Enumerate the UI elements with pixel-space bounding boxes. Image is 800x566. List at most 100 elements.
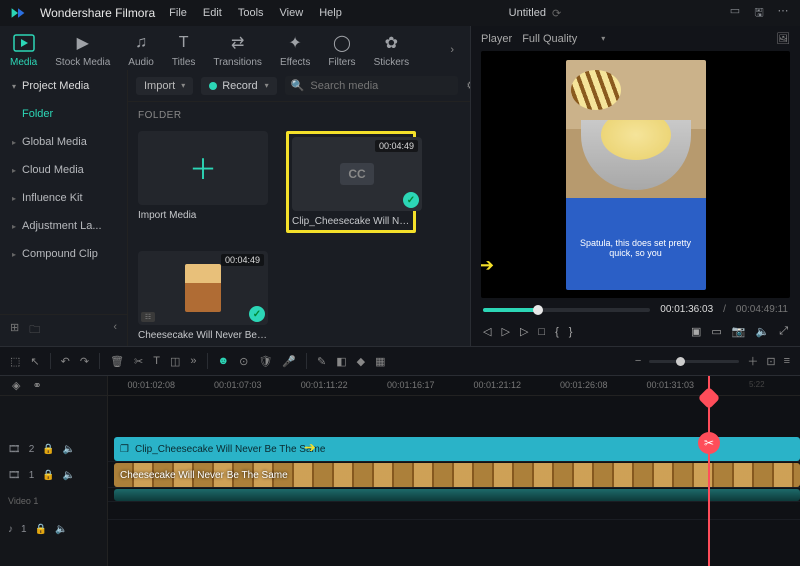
link-icon[interactable]: ⚭: [32, 379, 41, 392]
caption-track[interactable]: ❐ Clip_Cheesecake Will Never Be The Same…: [108, 436, 800, 462]
sidebar-project-media[interactable]: Project Media: [0, 72, 127, 100]
preview-viewer[interactable]: Spatula, this does set pretty quick, so …: [481, 51, 790, 298]
progress-track[interactable]: [483, 308, 650, 312]
progress-knob-icon[interactable]: [533, 305, 543, 315]
select-tool-icon[interactable]: ↖: [30, 355, 39, 368]
document-title[interactable]: Untitled ⟳: [509, 7, 562, 20]
new-folder-icon[interactable]: ⊞: [10, 321, 19, 340]
ai-tool-icon[interactable]: ☻: [218, 355, 230, 367]
lock-icon[interactable]: 🔒: [42, 444, 54, 455]
sidebar-item-adjustment-layer[interactable]: Adjustment La...: [0, 212, 127, 240]
save-icon[interactable]: 🖫: [752, 4, 766, 23]
shield-icon[interactable]: 🛡: [258, 355, 272, 368]
more-icon[interactable]: ⋯: [776, 4, 790, 23]
media-icon: [13, 32, 35, 54]
mute-icon[interactable]: 🔈: [63, 470, 75, 481]
video-clip[interactable]: Cheesecake Will Never Be The Same: [114, 463, 800, 487]
zoom-fit-icon[interactable]: ⊡: [766, 355, 775, 368]
track-head-a1[interactable]: ♪1 🔒 🔈: [0, 516, 107, 542]
sidebar-item-compound-clip[interactable]: Compound Clip: [0, 240, 127, 268]
linked-audio-clip[interactable]: [114, 489, 800, 501]
mark-out-icon[interactable]: }: [569, 326, 573, 338]
menu-file[interactable]: File: [169, 7, 187, 19]
play-icon[interactable]: ▷: [520, 325, 528, 338]
audio-track[interactable]: [108, 502, 800, 520]
playhead-cut-icon[interactable]: ✂: [698, 432, 720, 454]
import-media-card[interactable]: ＋ Import Media: [138, 131, 268, 233]
fullscreen-icon[interactable]: ⤢: [779, 325, 788, 338]
zoom-in-icon[interactable]: ＋: [747, 353, 758, 369]
cc-badge-icon: CC: [340, 163, 373, 185]
folder-icon[interactable]: 🗀: [29, 321, 40, 340]
menu-edit[interactable]: Edit: [203, 7, 222, 19]
sidebar-item-global-media[interactable]: Global Media: [0, 128, 127, 156]
prev-frame-icon[interactable]: ◁: [483, 325, 491, 338]
tab-filters[interactable]: ◯ Filters: [328, 32, 355, 68]
zoom-slider[interactable]: [649, 360, 739, 363]
lock-icon[interactable]: 🔒: [42, 470, 54, 481]
crop-icon[interactable]: ▣: [691, 325, 701, 338]
lock-icon[interactable]: 🔒: [35, 524, 47, 535]
menu-view[interactable]: View: [280, 7, 304, 19]
time-ruler[interactable]: 00:01:02:08 00:01:07:03 00:01:11:22 00:0…: [108, 376, 800, 396]
edit-icon[interactable]: ✎: [317, 355, 326, 368]
camera-icon[interactable]: 📷: [732, 325, 746, 338]
tab-audio[interactable]: ♫ Audio: [128, 32, 154, 68]
tab-media[interactable]: Media: [10, 32, 37, 68]
clip-duration: 00:04:49: [375, 140, 418, 152]
film-icon: 🎞: [8, 470, 21, 481]
mute-icon[interactable]: 🔈: [63, 444, 75, 455]
mute-icon[interactable]: 🔈: [55, 524, 67, 535]
layout-icon[interactable]: ▭: [728, 4, 742, 23]
split-icon[interactable]: ✂: [134, 355, 143, 368]
zoom-out-icon[interactable]: −: [635, 355, 641, 367]
tab-transitions[interactable]: ⇄ Transitions: [213, 32, 262, 68]
crop-tool-icon[interactable]: ◫: [170, 355, 180, 368]
render-icon[interactable]: ▦: [375, 355, 385, 368]
tab-effects[interactable]: ✦ Effects: [280, 32, 310, 68]
delete-icon[interactable]: 🗑: [110, 355, 124, 368]
search-input[interactable]: [310, 80, 452, 92]
tab-titles[interactable]: T Titles: [172, 32, 196, 68]
quality-dropdown[interactable]: Full Quality: [522, 33, 605, 45]
menu-help[interactable]: Help: [319, 7, 342, 19]
app-logo-icon: [10, 5, 26, 21]
play-pause-icon[interactable]: ▷: [501, 325, 509, 338]
cloud-sync-icon: ⟳: [552, 7, 561, 20]
stock-icon: ▶: [72, 32, 94, 54]
stop-icon[interactable]: □: [538, 326, 545, 338]
mic-icon[interactable]: 🎤: [282, 355, 296, 368]
compare-icon[interactable]: ▭: [711, 325, 721, 338]
track-head-v2[interactable]: 🎞2 🔒 🔈: [0, 436, 107, 462]
cc-clip-card[interactable]: 00:04:49 CC Clip_Cheesecake Will Never .…: [286, 131, 416, 233]
snapshot-icon[interactable]: 🖼: [776, 32, 790, 45]
menu-tools[interactable]: Tools: [238, 7, 264, 19]
search-media[interactable]: 🔍: [285, 76, 459, 95]
volume-icon[interactable]: 🔈: [755, 325, 769, 338]
tab-stickers[interactable]: ✿ Stickers: [374, 32, 410, 68]
undo-icon[interactable]: ↶: [61, 355, 70, 368]
sidebar-folder[interactable]: Folder: [0, 100, 127, 128]
color-icon[interactable]: ◧: [336, 355, 346, 368]
media-toolbar: Import Record ▾ 🔍 ⚙ ⋯: [128, 70, 470, 102]
marker-icon[interactable]: ◆: [357, 355, 365, 368]
record-dropdown[interactable]: Record ▾: [201, 77, 276, 95]
import-dropdown[interactable]: Import: [136, 77, 193, 95]
video-track[interactable]: Cheesecake Will Never Be The Same: [108, 462, 800, 488]
sidebar-item-influence-kit[interactable]: Influence Kit: [0, 184, 127, 212]
redo-icon[interactable]: ↷: [80, 355, 89, 368]
sidebar-item-cloud-media[interactable]: Cloud Media: [0, 156, 127, 184]
track-head-v1[interactable]: 🎞1 🔒 🔈: [0, 462, 107, 488]
text-icon[interactable]: T: [153, 355, 160, 367]
speed-icon[interactable]: ⊙: [239, 355, 248, 368]
marker-tool-icon[interactable]: ◈: [12, 379, 20, 392]
video-clip-card[interactable]: 00:04:49 ☷ Cheesecake Will Never Be T...: [138, 251, 268, 341]
mark-in-icon[interactable]: {: [555, 326, 559, 338]
pointer-tool-icon[interactable]: ⬚: [10, 355, 20, 368]
playhead[interactable]: ✂: [708, 376, 710, 566]
tab-stock-media[interactable]: ▶ Stock Media: [55, 32, 110, 68]
tabs-scroll-right-icon[interactable]: ›: [450, 44, 460, 56]
collapse-sidebar-icon[interactable]: ‹: [113, 321, 117, 340]
timeline-settings-icon[interactable]: ≡: [784, 355, 790, 367]
more-tools-icon[interactable]: »: [190, 355, 196, 367]
